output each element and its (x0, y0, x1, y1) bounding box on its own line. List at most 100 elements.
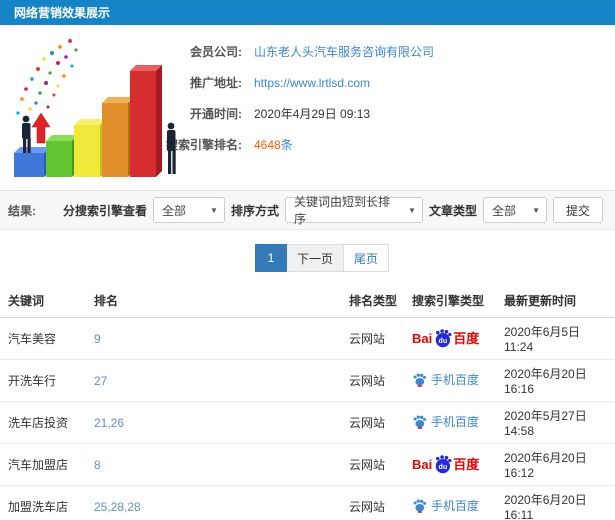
pagination: 1 下一页 尾页 (255, 244, 615, 272)
sort-select[interactable]: 关键词由短到长排序 ▼ (284, 195, 423, 226)
updated-cell: 2020年5月27日 14:58 (500, 401, 615, 444)
chevron-down-icon: ▼ (532, 205, 540, 215)
page-button-next[interactable]: 下一页 (287, 244, 345, 272)
up-arrow (31, 112, 51, 144)
bar-green (46, 135, 78, 177)
info-row-url: 推广地址: https://www.lrtlsd.com (150, 74, 615, 91)
rank-type-cell: 云网站 (345, 485, 408, 520)
filter-controls: 分搜索引擎查看 全部 ▼ 排序方式 关键词由短到长排序 ▼ 文章类型 全部 ▼ … (62, 195, 603, 226)
baidu-paw-icon (413, 499, 426, 513)
table-body: 汽车美容 9 云网站 Bai du 百度 2020年6月5日 11:24 开洗车行 27 云网站手… (0, 317, 615, 520)
chevron-down-icon: ▼ (210, 205, 218, 215)
baidu-paw-icon (413, 373, 426, 387)
submit-button[interactable]: 提交 (552, 197, 603, 223)
keyword-cell: 开洗车行 (0, 359, 90, 402)
bar-orange (102, 97, 134, 177)
engine-filter-label: 分搜索引擎查看 (62, 203, 147, 218)
confetti-dots (16, 39, 78, 115)
article-type-label: 文章类型 (428, 203, 477, 218)
engine-type-cell: 手机百度 (408, 401, 500, 444)
mobile-baidu-logo: 手机百度 (412, 497, 479, 514)
bar-blue (14, 147, 50, 177)
engine-type-cell: 手机百度 (408, 485, 500, 520)
rank-link[interactable]: 27 (94, 374, 107, 388)
engine-type-cell: Bai du 百度 (408, 443, 500, 486)
keyword-cell: 汽车加盟店 (0, 443, 90, 486)
bar-yellow (74, 119, 106, 177)
rank-link[interactable]: 21,26 (94, 416, 124, 430)
header-keyword: 关键词 (0, 284, 90, 318)
mobile-baidu-label: 手机百度 (431, 415, 480, 429)
rank-count-number: 4648 (254, 138, 281, 152)
updated-cell: 2020年6月5日 11:24 (500, 317, 615, 360)
page-header: 网络营销效果展示 (0, 0, 615, 25)
svg-text:du: du (439, 463, 448, 471)
header-engine-type: 搜索引擎类型 (408, 284, 500, 318)
page-button-last[interactable]: 尾页 (344, 244, 390, 272)
page-title: 网络营销效果展示 (14, 6, 111, 20)
header-rank: 排名 (90, 284, 345, 318)
rank-cell: 9 (90, 317, 345, 360)
mobile-baidu-label: 手机百度 (431, 499, 480, 513)
svg-text:du: du (439, 337, 448, 345)
rank-count-unit: 条 (280, 138, 293, 152)
promo-url-link[interactable]: https://www.lrtlsd.com (254, 76, 370, 90)
rank-cell: 27 (90, 359, 345, 402)
rank-type-cell: 云网站 (345, 317, 408, 360)
keyword-cell: 加盟洗车店 (0, 485, 90, 520)
mobile-baidu-logo: 手机百度 (412, 371, 479, 388)
keyword-cell: 洗车店投资 (0, 401, 90, 444)
keyword-cell: 汽车美容 (0, 317, 90, 360)
rank-type-cell: 云网站 (345, 443, 408, 486)
table-row: 汽车美容 9 云网站 Bai du 百度 2020年6月5日 11:24 (0, 317, 615, 360)
rank-cell: 8 (90, 443, 345, 486)
updated-cell: 2020年6月20日 16:12 (500, 443, 615, 486)
engine-filter-value: 全部 (161, 203, 186, 218)
rank-type-cell: 云网站 (345, 401, 408, 444)
rank-link[interactable]: 9 (94, 332, 101, 346)
marketing-chart-illustration (0, 29, 180, 189)
table-row: 洗车店投资 21,26 云网站 手机百度 2020年5月27日 14:58 (0, 401, 615, 444)
rank-type-cell: 云网站 (345, 359, 408, 402)
engine-type-cell: Bai du 百度 (408, 317, 500, 360)
engine-type-cell: 手机百度 (408, 359, 500, 402)
filter-bar: 结果: 分搜索引擎查看 全部 ▼ 排序方式 关键词由短到长排序 ▼ 文章类型 全… (0, 190, 615, 230)
result-label: 结果: (8, 203, 36, 218)
page-button-current[interactable]: 1 (255, 244, 287, 272)
results-table: 关键词 排名 排名类型 搜索引擎类型 最新更新时间 汽车美容 9 云网站 Bai du 百… (0, 284, 615, 520)
info-row-company: 会员公司: 山东老人头汽车服务咨询有限公司 (150, 43, 615, 60)
table-row: 加盟洗车店 25,28,28 云网站 手机百度 2020年6月20日 16:11 (0, 485, 615, 520)
mobile-baidu-label: 手机百度 (431, 373, 480, 387)
updated-cell: 2020年6月20日 16:11 (500, 485, 615, 520)
engine-filter-select[interactable]: 全部 ▼ (152, 197, 225, 223)
table-header-row: 关键词 排名 排名类型 搜索引擎类型 最新更新时间 (0, 284, 615, 318)
account-info-rows: 会员公司: 山东老人头汽车服务咨询有限公司 推广地址: https://www.… (150, 25, 615, 153)
company-link[interactable]: 山东老人头汽车服务咨询有限公司 (254, 43, 434, 60)
rank-cell: 21,26 (90, 401, 345, 444)
baidu-paw-icon (413, 415, 426, 429)
info-row-rank-count: 搜索引擎排名: 4648条 (150, 136, 615, 153)
rank-cell: 25,28,28 (90, 485, 345, 520)
updated-cell: 2020年6月20日 16:16 (500, 359, 615, 402)
baidu-logo: Bai du 百度 (412, 455, 480, 474)
sort-label: 排序方式 (230, 203, 279, 218)
businessman-right (167, 122, 176, 174)
sort-value: 关键词由短到长排序 (293, 195, 390, 226)
header-updated: 最新更新时间 (500, 284, 615, 318)
header-rank-type: 排名类型 (345, 284, 408, 318)
article-type-select[interactable]: 全部 ▼ (482, 197, 547, 223)
table-row: 汽车加盟店 8 云网站 Bai du 百度 2020年6月20日 16:12 (0, 443, 615, 486)
bar-red (130, 65, 162, 177)
rank-count-value: 4648条 (254, 136, 293, 153)
article-type-value: 全部 (491, 203, 516, 218)
baidu-logo: Bai du 百度 (412, 329, 480, 348)
baidu-paw-icon: du (436, 329, 452, 348)
open-time-value: 2020年4月29日 09:13 (254, 107, 371, 121)
rank-link[interactable]: 25,28,28 (94, 500, 141, 514)
bar-chart-graphic (14, 39, 176, 177)
account-info-section: 会员公司: 山东老人头汽车服务咨询有限公司 推广地址: https://www.… (0, 25, 615, 190)
mobile-baidu-logo: 手机百度 (412, 413, 479, 430)
table-row: 开洗车行 27 云网站 手机百度 2020年6月20日 16:16 (0, 359, 615, 402)
baidu-paw-icon: du (436, 455, 452, 474)
rank-link[interactable]: 8 (94, 458, 101, 472)
